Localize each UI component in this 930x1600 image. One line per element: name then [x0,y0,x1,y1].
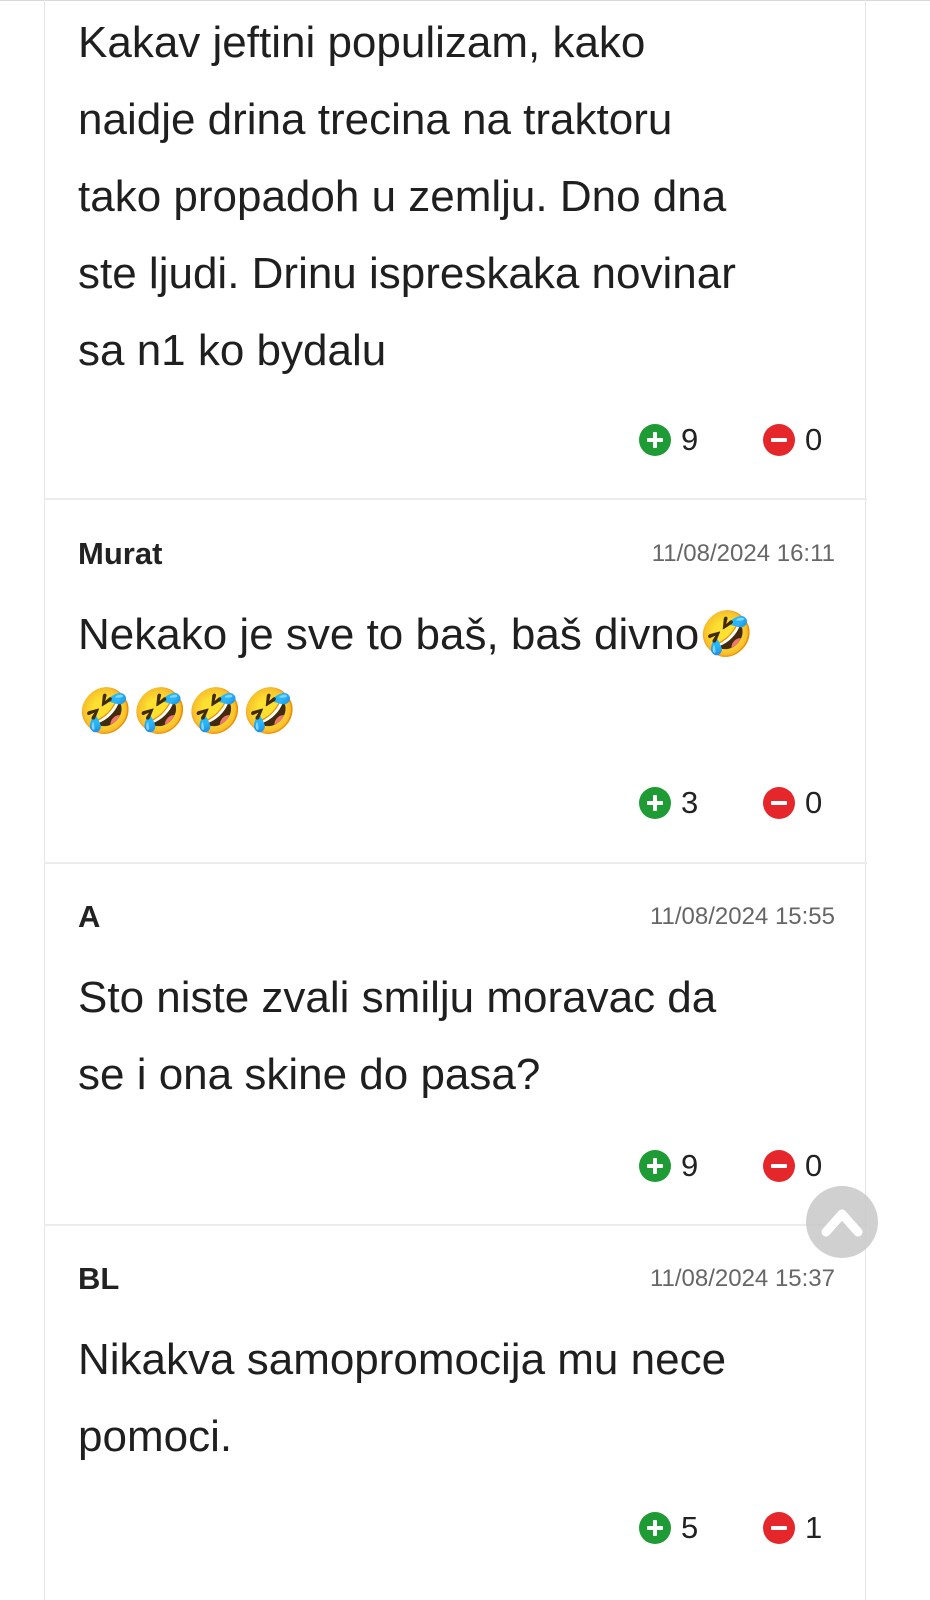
chevron-up-icon [821,1209,863,1237]
upvote-button[interactable]: 3 [639,783,698,823]
comments-page: Kakav jeftini populizam, kako naidje dri… [0,0,930,1600]
minus-circle-icon [763,787,795,819]
comment-text-line: Nikakva samopromocija mu nece [78,1335,727,1384]
downvote-button[interactable]: 0 [763,420,822,460]
upvote-button[interactable]: 5 [639,1508,698,1548]
comment-author: A [78,899,101,934]
comment-date: 11/08/2024 16:11 [651,540,835,567]
upvote-button[interactable]: 9 [639,420,698,460]
comment-text-line: Sto niste zvali smilju moravac da [78,973,717,1022]
minus-circle-icon [763,424,795,456]
plus-circle-icon [639,424,671,456]
comment-text-line: pomoci. [78,1412,233,1461]
downvote-count: 0 [805,1148,823,1183]
upvote-count: 3 [681,785,699,820]
comment-text-line: Kakav jeftini populizam, kako [78,18,646,67]
comment-text: Nekako je sve to baš, baš divno🤣 🤣🤣🤣🤣 [78,596,833,750]
comment-item: Kakav jeftini populizam, kako naidje dri… [45,0,867,500]
downvote-button[interactable]: 0 [763,783,822,823]
plus-circle-icon [639,787,671,819]
comment-author: BL [78,1261,120,1296]
downvote-button[interactable]: 0 [763,1146,822,1186]
comment-text-line: naidje drina trecina na traktoru [78,95,673,144]
upvote-count: 9 [681,1148,699,1183]
minus-circle-icon [763,1150,795,1182]
upvote-count: 9 [681,422,699,457]
downvote-count: 1 [805,1510,823,1545]
downvote-button[interactable]: 1 [763,1508,822,1548]
downvote-count: 0 [805,785,823,820]
comment-text: Sto niste zvali smilju moravac da se i o… [78,959,833,1113]
comment-text-line: se i ona skine do pasa? [78,1050,541,1099]
comment-text-line: Nekako je sve to baš, baš divno🤣 [78,610,755,659]
scroll-to-top-button[interactable] [806,1186,878,1258]
plus-circle-icon [639,1150,671,1182]
comment-text-line: ste ljudi. Drinu ispreskaka novinar [78,249,736,298]
comment-text: Kakav jeftini populizam, kako naidje dri… [78,4,833,389]
minus-circle-icon [763,1512,795,1544]
comment-text-line: tako propadoh u zemlju. Dno dna [78,172,727,221]
upvote-button[interactable]: 9 [639,1146,698,1186]
comment-item: A 11/08/2024 15:55 Sto niste zvali smilj… [45,864,867,1226]
comment-item: Murat 11/08/2024 16:11 Nekako je sve to … [45,500,867,864]
comment-item: BL 11/08/2024 15:37 Nikakva samopromocij… [45,1226,867,1600]
upvote-count: 5 [681,1510,699,1545]
comment-author: Murat [78,536,163,571]
comment-date: 11/08/2024 15:37 [649,1265,835,1292]
comment-text-line: 🤣🤣🤣🤣 [78,687,298,736]
plus-circle-icon [639,1512,671,1544]
comment-text-line: sa n1 ko bydalu [78,326,387,375]
downvote-count: 0 [805,422,823,457]
comment-list: Kakav jeftini populizam, kako naidje dri… [44,0,867,1600]
comment-date: 11/08/2024 15:55 [649,903,835,930]
comment-text: Nikakva samopromocija mu nece pomoci. [78,1321,833,1475]
